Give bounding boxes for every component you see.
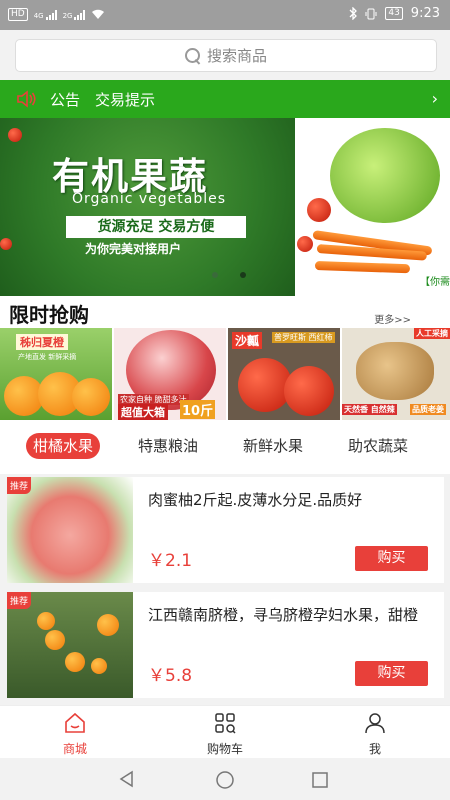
tab-vegetables[interactable]: 助农蔬菜 <box>348 433 408 459</box>
flash-item[interactable]: 人工采摘 天然香 自然辣 品质老姜 <box>342 328 450 420</box>
banner-side-tag: 【你需 <box>420 273 450 288</box>
banner-slogan: 货源充足 交易方便 <box>66 216 246 238</box>
promo-banner[interactable]: 有机果蔬 Organic vegetables 货源充足 交易方便 为你完美对接… <box>0 118 450 296</box>
speaker-icon <box>17 90 36 108</box>
clock: 9:23 <box>410 6 440 21</box>
banner-slide: 有机果蔬 Organic vegetables 货源充足 交易方便 为你完美对接… <box>0 118 295 296</box>
search-icon <box>184 47 201 64</box>
tabbar-label: 购物车 <box>206 742 243 756</box>
tabbar-label: 我 <box>368 742 381 756</box>
battery-icon: 43 <box>385 7 403 20</box>
product-image: 推荐 <box>7 592 133 698</box>
flash-item[interactable]: 农家自种 脆甜多汁 超值大箱 10斤 <box>114 328 226 420</box>
orange-image <box>65 652 85 672</box>
carrot-image <box>314 261 411 274</box>
product-price: ￥2.1 <box>148 551 193 571</box>
buy-button[interactable]: 购买 <box>355 546 428 571</box>
product-card[interactable]: 推荐 江西赣南脐橙，寻乌脐橙孕妇水果，甜橙 ￥5.8 购买 <box>7 592 444 698</box>
orange-image <box>97 614 119 636</box>
carousel-dot-active[interactable] <box>240 272 246 278</box>
bluetooth-icon <box>349 7 358 20</box>
orange-image <box>91 658 107 674</box>
chevron-right-icon: › <box>431 89 438 108</box>
hd-badge: HD <box>8 8 28 21</box>
signal-icon: 4G <box>34 9 57 20</box>
ginger-image <box>356 342 434 400</box>
tomato-decoration <box>8 128 22 142</box>
tomato-image <box>284 366 334 416</box>
recents-icon[interactable] <box>311 771 329 789</box>
flash-sale-list: 秭归夏橙 产地直发 新鲜采摘 农家自种 脆甜多汁 超值大箱 10斤 沙瓤 普罗旺… <box>0 328 450 420</box>
recommend-badge: 推荐 <box>7 477 32 494</box>
flash-sale-header: 限时抢购 更多>> <box>0 296 450 328</box>
notice-bar[interactable]: 公告 交易提示 › <box>0 80 450 118</box>
signal-icon-2: 2G <box>63 9 86 20</box>
banner-next-slide: 【你需 <box>295 118 450 296</box>
back-icon[interactable] <box>118 770 136 788</box>
bottom-tab-bar: 商城 购物车 我 <box>0 705 450 758</box>
tabbar-item-home[interactable]: 商城 <box>35 712 115 757</box>
user-icon <box>365 713 385 734</box>
carousel-dot[interactable] <box>212 272 218 278</box>
orange-image <box>72 378 110 416</box>
tab-fresh-fruit[interactable]: 新鲜水果 <box>243 433 303 459</box>
tomato-image <box>297 236 313 252</box>
search-placeholder: 搜索商品 <box>206 47 267 65</box>
status-bar: HD 4G 2G 43 9:23 <box>0 0 450 30</box>
tab-citrus[interactable]: 柑橘水果 <box>26 433 101 459</box>
notice-label: 公告 <box>50 90 81 109</box>
product-price: ￥5.8 <box>148 666 193 686</box>
flash-item[interactable]: 沙瓤 普罗旺斯 西红柿 <box>228 328 340 420</box>
home-icon <box>65 712 85 733</box>
product-title: 江西赣南脐橙，寻乌脐橙孕妇水果，甜橙 <box>148 606 419 624</box>
buy-button[interactable]: 购买 <box>355 661 428 686</box>
banner-caption: 为你完美对接用户 <box>85 242 182 256</box>
search-bar: 搜索商品 <box>0 30 450 80</box>
tomato-decoration <box>0 238 12 250</box>
vibrate-icon <box>365 8 377 19</box>
notice-text: 交易提示 <box>95 90 156 109</box>
wifi-icon <box>92 9 105 19</box>
flash-item[interactable]: 秭归夏橙 产地直发 新鲜采摘 <box>0 328 112 420</box>
recommend-badge: 推荐 <box>7 592 32 609</box>
tabbar-item-cart[interactable]: 购物车 <box>185 712 265 757</box>
tabbar-item-me[interactable]: 我 <box>335 712 415 757</box>
product-image: 推荐 <box>7 477 133 583</box>
search-input[interactable]: 搜索商品 <box>15 39 437 72</box>
orange-image <box>45 630 65 650</box>
cart-grid-icon <box>215 713 236 734</box>
banner-subtitle: Organic vegetables <box>72 191 227 207</box>
lettuce-image <box>330 128 440 223</box>
orange-image <box>37 612 55 630</box>
product-title: 肉蜜柚2斤起.皮薄水分足.品质好 <box>148 491 363 509</box>
section-title: 限时抢购 <box>9 303 89 327</box>
tab-grain-oil[interactable]: 特惠粮油 <box>138 433 198 459</box>
more-link[interactable]: 更多>> <box>374 311 411 326</box>
tomato-image <box>307 198 331 222</box>
category-tabs: 柑橘水果 特惠粮油 新鲜水果 助农蔬菜 <box>0 420 450 474</box>
system-navigation-bar <box>0 758 450 800</box>
tabbar-label: 商城 <box>62 742 87 756</box>
home-circle-icon[interactable] <box>215 770 235 790</box>
product-card[interactable]: 推荐 肉蜜柚2斤起.皮薄水分足.品质好 ￥2.1 购买 <box>7 477 444 583</box>
